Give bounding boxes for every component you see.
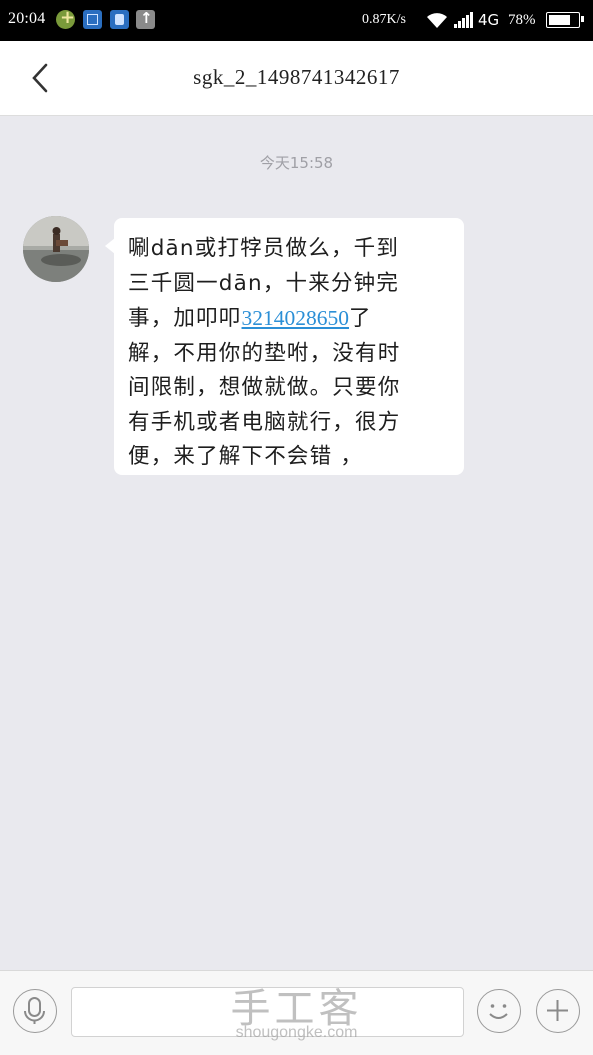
upload-icon [136,9,155,29]
booster-icon [56,7,75,29]
battery-icon [546,12,584,28]
emoji-button[interactable] [477,989,521,1033]
message-text: 事，加叩叩 [128,306,242,331]
more-options-button[interactable] [536,989,580,1033]
cleaner-icon [110,10,129,29]
wifi-icon [427,13,447,28]
network-type: 4G [478,11,500,29]
message-input[interactable] [71,987,464,1037]
phone-number-link[interactable]: 3214028650 [242,306,350,330]
status-time: 20:04 [8,10,46,27]
chat-header: sgk_2_1498741342617 [0,41,593,116]
contact-avatar[interactable] [23,216,89,282]
message-timestamp: 今天15:58 [259,154,334,172]
voice-button[interactable] [13,989,57,1033]
avatar-image [23,216,89,282]
message-line: 间限制，想做就做。只要你 [128,375,401,400]
scan-icon [83,10,102,29]
plus-icon [547,1000,568,1021]
message-text: 了 [349,306,372,331]
signal-icon [454,12,473,28]
message-line: 解，不用你的垫咐，没有时 [128,340,401,366]
message-bubble[interactable]: 唰dān或打牸员做么，千到 三千圆一dān，十来分钟完 事，加叩叩3214028… [105,218,464,475]
chat-title: sgk_2_1498741342617 [193,65,400,89]
battery-percent: 78% [508,12,536,28]
message-line: 有手机或者电脑就行，很方 [128,409,401,435]
smiley-icon [489,1004,508,1019]
network-speed: 0.87K/s [362,12,406,27]
microphone-icon [24,997,45,1024]
message-line: 便，来了解下不会错 ， [128,444,364,469]
status-bar: 20:04 0.87K/s 4G 78% [0,0,593,41]
message-line: 唰dān或打牸员做么，千到 [128,236,400,261]
message-line: 事，加叩叩3214028650了 [128,301,444,337]
message-line: 三千圆一dān，十来分钟完 [128,270,400,296]
input-bar [0,970,593,1055]
